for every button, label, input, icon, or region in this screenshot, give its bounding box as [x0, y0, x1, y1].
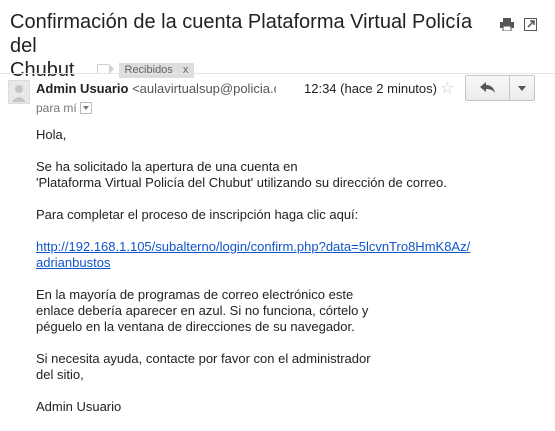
avatar [8, 80, 30, 104]
open-new-window-icon[interactable] [524, 18, 537, 34]
more-actions-button[interactable] [510, 75, 535, 101]
paragraph-help-line-2: enlace debería aparecer en azul. Si no f… [36, 303, 369, 318]
paragraph-help-line-3: péguelo en la ventana de direcciones de … [36, 319, 355, 334]
paragraph-help-line-1: En la mayoría de programas de correo ele… [36, 287, 354, 302]
header-divider [0, 73, 555, 74]
label-chip-inbox[interactable]: Recibidos x [118, 63, 195, 78]
message-body: Hola, Se ha solicitado la apertura de un… [36, 127, 476, 431]
remove-label-button[interactable]: x [183, 64, 189, 76]
recipient-details-dropdown[interactable] [79, 102, 92, 114]
email-subject: Confirmación de la cuenta Plataforma Vir… [10, 10, 480, 82]
recipient-line: para mí [36, 101, 92, 115]
recipient-label: para mí [36, 101, 77, 115]
reply-button[interactable] [465, 75, 510, 101]
paragraph-contact-line-2: del sitio, [36, 367, 84, 382]
reply-button-group [465, 75, 535, 101]
paragraph-instructions: Para completar el proceso de inscripción… [36, 207, 359, 222]
sender-email: <aulavirtualsup@policia.c [132, 81, 276, 96]
confirm-link-line-1[interactable]: http://192.168.1.105/subalterno/login/co… [36, 239, 470, 254]
sender-info: Admin Usuario <aulavirtualsup@policia.c [36, 80, 276, 97]
reply-icon [479, 82, 495, 93]
paragraph-request-line-2: 'Plataforma Virtual Policía del Chubut' … [36, 175, 447, 190]
paragraph-request: Se ha solicitado la apertura de una cuen… [36, 159, 476, 191]
star-icon[interactable]: ☆ [440, 78, 454, 98]
label-chip-text: Recibidos [124, 64, 173, 76]
message-time: 12:34 (hace 2 minutos) [304, 81, 437, 96]
print-icon[interactable] [500, 18, 514, 34]
confirm-link-block: http://192.168.1.105/subalterno/login/co… [36, 239, 476, 271]
paragraph-contact: Si necesita ayuda, contacte por favor co… [36, 351, 476, 383]
subject-line-2: Chubut [10, 59, 75, 81]
paragraph-contact-line-1: Si necesita ayuda, contacte por favor co… [36, 351, 371, 366]
sender-name[interactable]: Admin Usuario [36, 81, 128, 96]
greeting: Hola, [36, 127, 67, 142]
subject-line-1: Confirmación de la cuenta Plataforma Vir… [10, 11, 473, 57]
paragraph-request-line-1: Se ha solicitado la apertura de una cuen… [36, 159, 298, 174]
paragraph-help: En la mayoría de programas de correo ele… [36, 287, 476, 335]
subject-actions [500, 18, 537, 34]
signature: Admin Usuario [36, 399, 122, 414]
chevron-down-icon [518, 85, 526, 91]
confirm-link-line-2[interactable]: adrianbustos [36, 255, 110, 270]
